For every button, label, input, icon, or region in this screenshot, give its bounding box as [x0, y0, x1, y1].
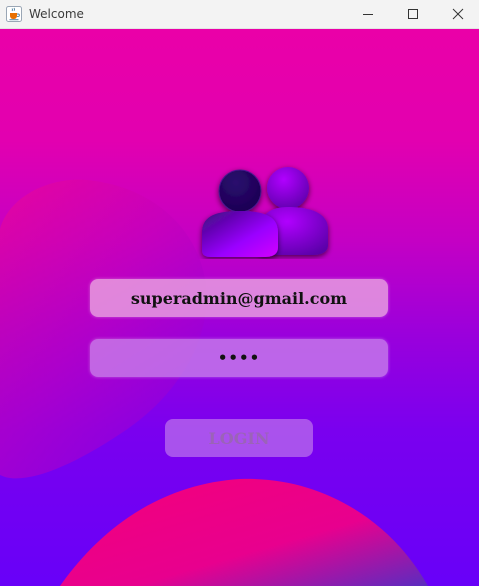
users-group-icon — [202, 167, 328, 257]
minimize-button[interactable] — [345, 0, 391, 28]
email-field[interactable]: superadmin@gmail.com — [90, 279, 388, 317]
email-value: superadmin@gmail.com — [130, 288, 348, 308]
title-bar[interactable]: Welcome — [0, 0, 479, 29]
minimize-icon — [363, 14, 373, 15]
java-coffee-cup-icon — [6, 6, 22, 22]
login-panel: superadmin@gmail.com •••• LOGIN — [0, 29, 479, 586]
maximize-icon — [408, 9, 418, 19]
login-window: Welcome superadmin@gmail.com •••• LOGIN — [0, 0, 479, 586]
password-field[interactable]: •••• — [90, 339, 388, 377]
password-value: •••• — [217, 349, 261, 367]
close-icon — [452, 8, 464, 20]
maximize-button[interactable] — [390, 0, 436, 28]
login-button[interactable]: LOGIN — [165, 419, 313, 457]
close-button[interactable] — [435, 0, 479, 28]
window-title: Welcome — [29, 7, 84, 21]
login-button-label: LOGIN — [208, 428, 270, 448]
